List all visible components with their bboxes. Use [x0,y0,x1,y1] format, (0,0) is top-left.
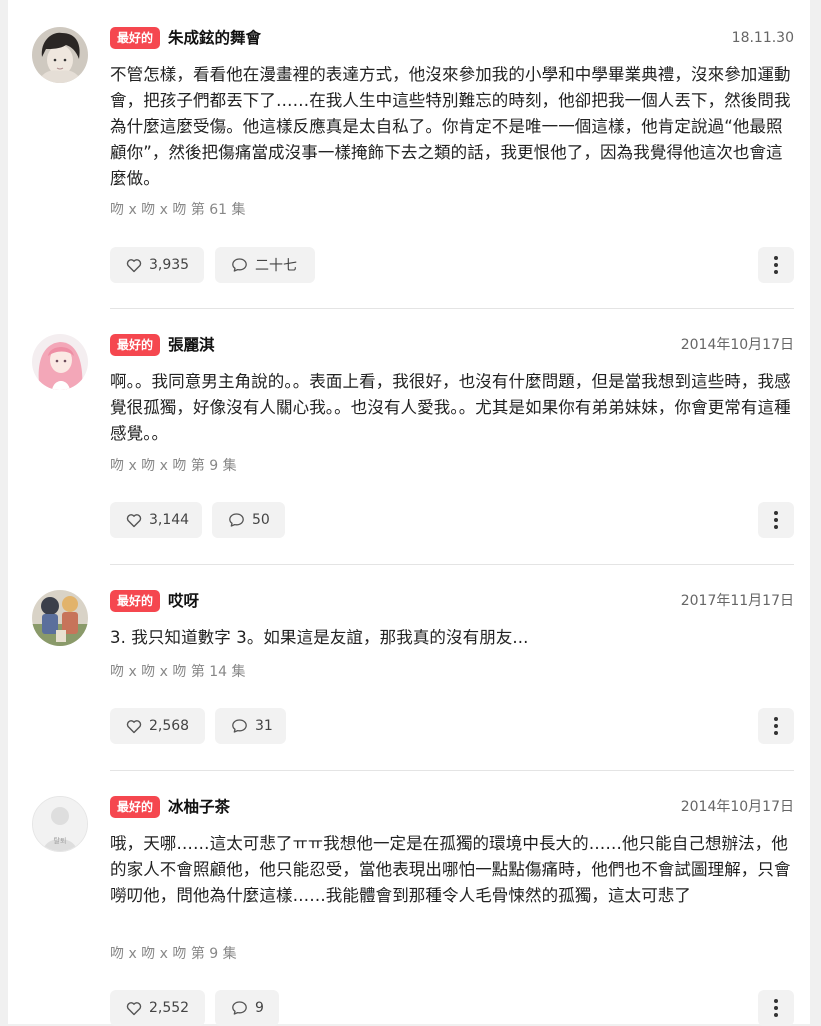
reply-count: 二十七 [255,258,297,274]
heart-icon [126,719,142,733]
avatar[interactable] [32,27,88,83]
vertical-dots-icon [774,717,778,735]
author-name[interactable]: 冰柚子茶 [168,795,230,819]
like-count: 2,552 [149,1000,190,1016]
reply-count: 9 [255,1000,264,1016]
comment-text: 啊。。我同意男主角說的。。表面上看，我很好，也沒有什麼問題，但是當我想到這些時，… [110,372,791,443]
comment-item: 最好的 朱成鉉的舞會 18.11.30 不管怎樣，看看他在漫畫裡的表達方式，他沒… [30,26,794,284]
like-count: 3,144 [149,512,190,528]
default-user-avatar-icon: 탈퇴 [33,797,87,851]
like-button[interactable]: 2,552 [110,990,205,1026]
avatar[interactable] [32,334,88,390]
comment-date: 2014年10月17日 [680,337,794,353]
author-name[interactable]: 朱成鉉的舞會 [168,26,261,50]
withdrawn-label: 탈퇴 [54,836,67,845]
more-options-button[interactable] [758,247,794,283]
dark-haired-boy-avatar-icon [32,27,88,83]
author-name[interactable]: 哎呀 [168,589,199,613]
heart-icon [126,513,142,527]
reply-count: 31 [255,718,273,734]
vertical-dots-icon [774,999,778,1017]
cartoon-character-avatar-icon [32,590,88,646]
comment-date: 2014年10月17日 [680,799,794,815]
like-button[interactable]: 3,935 [110,247,204,283]
reply-button[interactable]: 二十七 [215,247,315,283]
episode-reference[interactable]: 吻 x 吻 x 吻 第 9 集 [110,944,237,964]
like-button[interactable]: 3,144 [110,502,202,538]
pink-haired-girl-avatar-icon [32,334,88,390]
more-options-button[interactable] [758,708,794,744]
author-name[interactable]: 張麗淇 [168,333,215,357]
speech-bubble-icon [232,258,247,272]
comment-date: 18.11.30 [731,30,794,46]
comment-text: 哦，天哪……這太可悲了ㅠㅠ我想他一定是在孤獨的環境中長大的……他只能自己想辦法，… [110,834,791,905]
avatar[interactable] [32,590,88,646]
vertical-dots-icon [774,511,778,529]
divider [110,770,794,771]
speech-bubble-icon [232,1001,247,1015]
comment-item: 最好的 張麗淇 2014年10月17日 啊。。我同意男主角說的。。表面上看，我很… [30,333,794,539]
reply-count: 50 [252,512,270,528]
vertical-dots-icon [774,256,778,274]
comment-item: 탈퇴 最好的 冰柚子茶 2014年10月17日 哦，天哪……這太可悲了ㅠㅠ我想他… [30,795,794,1026]
speech-bubble-icon [229,513,244,527]
comment-text: 不管怎樣，看看他在漫畫裡的表達方式，他沒來參加我的小學和中學畢業典禮，沒來參加運… [110,65,791,188]
comment-list: 最好的 朱成鉉的舞會 18.11.30 不管怎樣，看看他在漫畫裡的表達方式，他沒… [8,0,810,1026]
comment-text: 3. 我只知道數字 3。如果這是友誼，那我真的沒有朋友... [110,628,529,647]
reply-button[interactable]: 9 [215,990,279,1026]
episode-reference[interactable]: 吻 x 吻 x 吻 第 14 集 [110,662,246,682]
episode-reference[interactable]: 吻 x 吻 x 吻 第 61 集 [110,200,246,220]
like-count: 3,935 [149,257,190,273]
comment-date: 2017年11月17日 [680,593,794,609]
divider [110,564,794,565]
best-comment-badge: 最好的 [110,334,161,356]
heart-icon [126,258,142,272]
divider [110,308,794,309]
best-comment-badge: 最好的 [110,27,161,49]
reply-button[interactable]: 31 [215,708,286,744]
more-options-button[interactable] [758,990,794,1026]
speech-bubble-icon [232,719,247,733]
episode-reference[interactable]: 吻 x 吻 x 吻 第 9 集 [110,456,237,476]
like-count: 2,568 [149,718,190,734]
best-comment-badge: 最好的 [110,590,161,612]
comment-item: 最好的 哎呀 2017年11月17日 3. 我只知道數字 3。如果這是友誼，那我… [30,589,794,745]
more-options-button[interactable] [758,502,794,538]
avatar[interactable]: 탈퇴 [32,796,88,852]
reply-button[interactable]: 50 [212,502,285,538]
like-button[interactable]: 2,568 [110,708,205,744]
best-comment-badge: 最好的 [110,796,161,818]
heart-icon [126,1001,142,1015]
